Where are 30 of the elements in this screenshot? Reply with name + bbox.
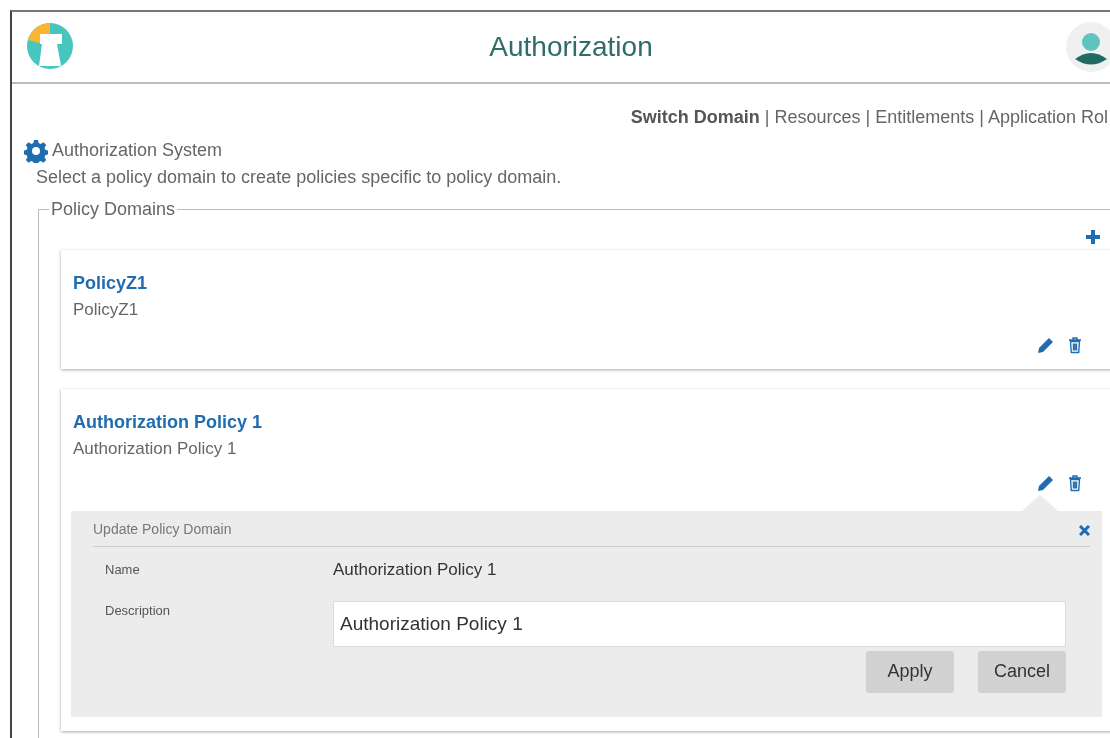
separator: | <box>764 107 770 127</box>
action-button[interactable]: Apply <box>866 650 954 693</box>
settings-icon <box>24 138 48 163</box>
close-icon[interactable] <box>1079 524 1090 536</box>
nav-link[interactable]: Switch Domain <box>630 107 760 127</box>
edit-icon[interactable] <box>1036 475 1054 493</box>
domain-description: PolicyZ1 <box>73 299 140 321</box>
field-value: Authorization Policy 1 <box>333 559 497 581</box>
separator: | <box>979 107 984 127</box>
delete-icon[interactable] <box>1068 336 1082 354</box>
delete-icon[interactable] <box>1068 475 1082 492</box>
panel-title: Update Policy Domain <box>93 520 232 539</box>
nav-link[interactable]: Application Rol <box>987 107 1108 127</box>
domain-name[interactable]: Authorization Policy 1 <box>73 408 1100 436</box>
description-field[interactable]: Authorization Policy 1 <box>333 600 1066 647</box>
avatar-icon[interactable] <box>1066 22 1110 72</box>
logo-icon <box>26 22 74 70</box>
field-label: Name <box>104 561 141 579</box>
nav-link[interactable]: Entitlements <box>875 107 975 127</box>
section-title: Authorization System <box>52 139 223 162</box>
domain-description: Authorization Policy 1 <box>73 437 238 460</box>
edit-icon[interactable] <box>1036 336 1054 355</box>
domain-name[interactable]: PolicyZ1 <box>73 270 1100 297</box>
section-description: Select a policy domain to create policies specific to policy domain. <box>35 166 563 189</box>
nav-link[interactable]: Resources <box>774 107 861 127</box>
separator: | <box>865 107 871 127</box>
action-button[interactable]: Cancel <box>978 650 1066 693</box>
field-label: Description <box>104 601 172 620</box>
add-icon[interactable] <box>1086 229 1100 244</box>
page-title: Authorization <box>489 30 653 64</box>
